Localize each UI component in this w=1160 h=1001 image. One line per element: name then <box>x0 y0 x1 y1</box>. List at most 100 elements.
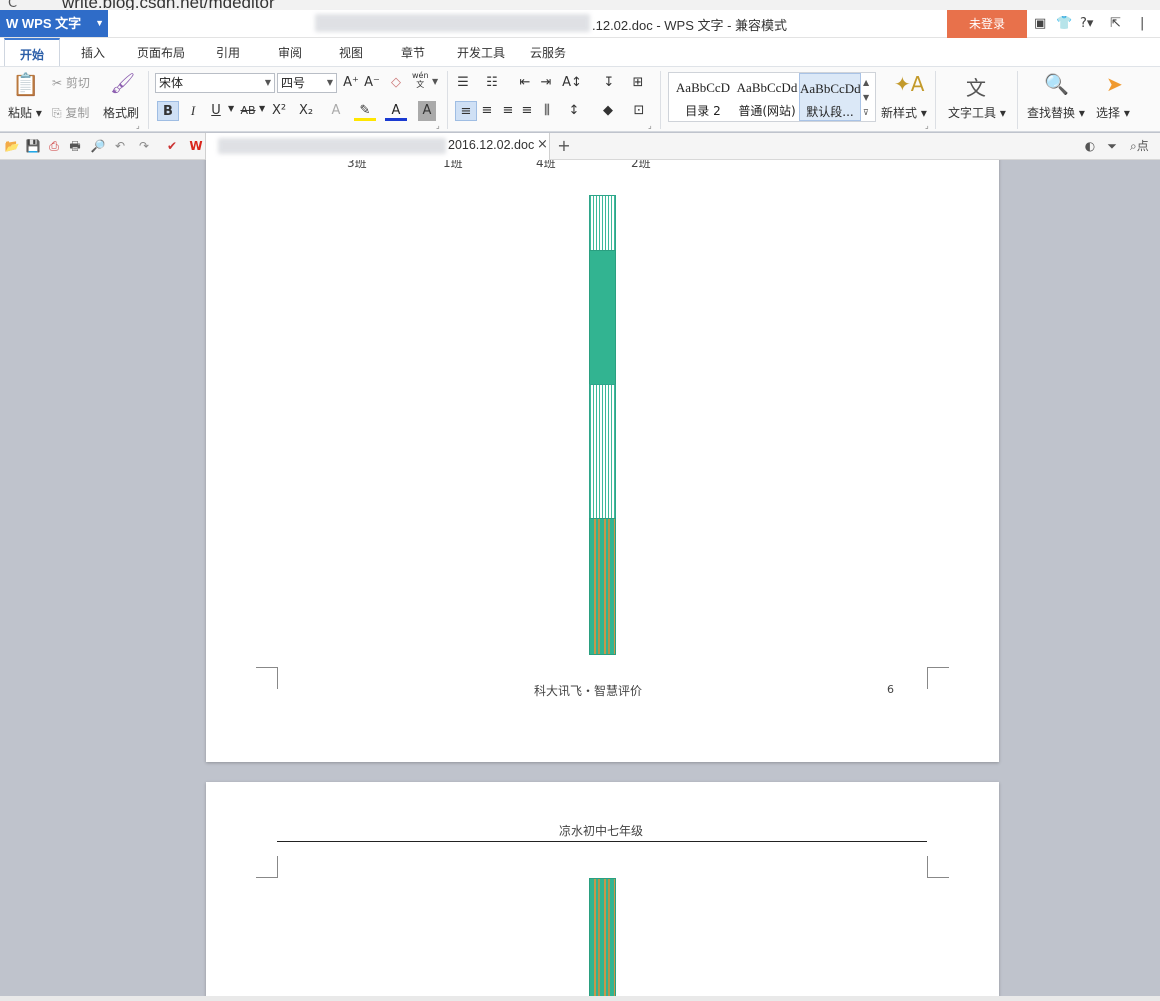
style-default-paragraph[interactable]: AaBbCcDd 默认段... <box>799 73 861 121</box>
tab-references[interactable]: 引用 <box>205 38 251 66</box>
distribute-icon[interactable]: ⫼ <box>536 101 558 121</box>
superscript-button[interactable]: X² <box>268 101 290 121</box>
select-arrow-icon[interactable]: ➤ <box>1106 72 1123 96</box>
pinyin-guide-button[interactable]: wén 文 <box>412 71 429 89</box>
chevron-down-icon: ▼ <box>326 78 333 87</box>
increase-indent-icon[interactable]: ⇥ <box>535 73 557 93</box>
paragraph-launcher-icon[interactable]: ⌟ <box>648 121 652 130</box>
tab-review[interactable]: 审阅 <box>267 38 313 66</box>
document-page[interactable]: 3班 1班 4班 2班 科大讯飞・智慧评价 6 <box>206 160 999 762</box>
category-label: 2班 <box>631 160 651 170</box>
text-tools-icon[interactable]: 文 <box>966 72 986 101</box>
find-replace-button[interactable]: 查找替换 ▾ <box>1027 104 1085 121</box>
copy-label: 复制 <box>65 106 90 120</box>
clipboard-icon[interactable]: 📋 <box>12 73 39 98</box>
char-shading-icon[interactable]: A <box>418 101 436 121</box>
pdf-export-icon[interactable]: ⎙ <box>46 138 62 154</box>
underline-button[interactable]: U <box>205 101 227 121</box>
tab-insert[interactable]: 插入 <box>70 38 116 66</box>
shading-fill-icon[interactable]: ◆ <box>597 101 619 121</box>
bullet-list-icon[interactable]: ☰ <box>452 73 474 93</box>
table-icon[interactable]: ⊞ <box>627 73 649 93</box>
save-icon[interactable]: 💾 <box>25 138 41 154</box>
grow-font-button[interactable]: A⁺ <box>340 73 362 93</box>
restore-window-icon[interactable]: ⇱ <box>1110 16 1121 31</box>
subscript-button[interactable]: X₂ <box>295 101 317 121</box>
copy-button[interactable]: ⎘ 复制 <box>52 104 89 121</box>
new-style-button[interactable]: 新样式 ▾ <box>881 104 927 121</box>
clear-format-icon[interactable]: ◇ <box>385 73 407 93</box>
tab-cloud[interactable]: 云服务 <box>522 38 574 66</box>
gallery-scroll-icon[interactable]: ▲ ▼ ⊽ <box>863 75 869 120</box>
italic-button[interactable]: I <box>182 101 204 121</box>
chevron-down-icon[interactable]: ▼ <box>228 104 234 113</box>
browser-url[interactable]: write.blog.csdn.net/mdeditor <box>62 0 275 10</box>
close-tab-icon[interactable]: × <box>537 137 548 152</box>
new-tab-icon[interactable]: + <box>556 138 572 154</box>
app-label: WPS 文字 <box>21 16 82 31</box>
tab-developer[interactable]: 开发工具 <box>450 38 512 66</box>
line-spacing-icon[interactable]: ↕ <box>563 101 585 121</box>
shirt-icon[interactable]: 👕 <box>1056 16 1072 31</box>
reload-icon[interactable]: C <box>8 0 17 10</box>
numbered-list-icon[interactable]: ☷ <box>481 73 503 93</box>
paste-button[interactable]: 粘贴 ▾ <box>8 104 42 121</box>
font-size-select[interactable]: 四号 ▼ <box>277 73 337 93</box>
print-preview-icon[interactable]: 🔎 <box>90 138 106 154</box>
skin-icon[interactable]: ▣ <box>1034 16 1046 31</box>
chevron-down-icon[interactable]: ▼ <box>259 104 265 113</box>
redo-icon[interactable]: ↷ <box>136 138 152 154</box>
justify-icon[interactable]: ≡ <box>516 101 538 121</box>
doc-assist-icon[interactable]: ◐ <box>1082 138 1098 154</box>
bold-button[interactable]: B <box>157 101 179 121</box>
tab-chapter[interactable]: 章节 <box>390 38 436 66</box>
page-footer-text: 科大讯飞・智慧评价 <box>534 684 643 698</box>
shrink-font-button[interactable]: A⁻ <box>361 73 383 93</box>
decrease-indent-icon[interactable]: ⇤ <box>514 73 536 93</box>
open-folder-icon[interactable]: 📂 <box>4 138 20 154</box>
document-workspace[interactable]: 3班 1班 4班 2班 科大讯飞・智慧评价 6 凉水初中七年级 <box>0 160 1160 1001</box>
font-launcher-icon[interactable]: ⌟ <box>436 121 440 130</box>
tab-page-layout[interactable]: 页面布局 <box>130 38 192 66</box>
find-replace-icon[interactable]: 🔍 <box>1044 72 1069 96</box>
help-icon[interactable]: ?▾ <box>1080 16 1093 31</box>
filter-icon[interactable]: ⏷ <box>1104 138 1120 154</box>
style-name: 目录 2 <box>685 104 721 118</box>
cut-button[interactable]: ✂ 剪切 <box>52 74 90 91</box>
ribbon-divider <box>1017 71 1018 129</box>
new-style-icon[interactable]: ✦A <box>894 72 924 96</box>
highlight-icon[interactable]: ✎ <box>354 101 376 121</box>
format-painter-icon[interactable]: 🖌 <box>110 71 135 95</box>
align-left-icon[interactable]: ≡ <box>455 101 477 121</box>
format-painter-button[interactable]: 格式刷 <box>103 104 139 121</box>
font-color-icon[interactable]: A <box>385 101 407 121</box>
strikethrough-button[interactable]: AB <box>237 101 259 121</box>
document-tab[interactable]: 2016.12.02.doc × <box>205 133 550 160</box>
divider-icon: | <box>1140 16 1145 31</box>
document-page[interactable]: 凉水初中七年级 <box>206 782 999 1001</box>
tab-home[interactable]: 开始 <box>4 38 60 66</box>
style-name: 默认段... <box>806 105 854 119</box>
page-number: 6 <box>887 683 894 696</box>
select-button[interactable]: 选择 ▾ <box>1096 104 1130 121</box>
text-tools-button[interactable]: 文字工具 ▾ <box>948 104 1006 121</box>
chevron-down-icon: ▼ <box>95 18 104 28</box>
undo-icon[interactable]: ↶ <box>112 138 128 154</box>
clipboard-launcher-icon[interactable]: ⌟ <box>136 121 140 130</box>
wps-app-menu[interactable]: W WPS 文字 ▼ <box>0 10 108 37</box>
borders-icon[interactable]: ⊡ <box>628 101 650 121</box>
style-toc2[interactable]: AaBbCcD 目录 2 <box>671 73 735 121</box>
chevron-down-icon[interactable]: ▼ <box>432 77 438 86</box>
customize-icon[interactable]: ✔ <box>164 138 180 154</box>
font-name-select[interactable]: 宋体 ▼ <box>155 73 275 93</box>
styles-launcher-icon[interactable]: ⌟ <box>925 121 929 130</box>
tab-view[interactable]: 视图 <box>328 38 374 66</box>
login-button[interactable]: 未登录 <box>947 10 1027 38</box>
text-effect-icon[interactable]: A <box>325 101 347 121</box>
style-normal-web[interactable]: AaBbCcDd 普通(网站) <box>735 73 799 121</box>
search-icon[interactable]: ⌕点 <box>1130 138 1160 154</box>
print-icon[interactable]: 🖶 <box>67 138 83 154</box>
sort-icon[interactable]: ↧ <box>598 73 620 93</box>
align-center-icon[interactable]: ≡ <box>476 101 498 121</box>
change-case-icon[interactable]: A↕ <box>561 73 583 93</box>
